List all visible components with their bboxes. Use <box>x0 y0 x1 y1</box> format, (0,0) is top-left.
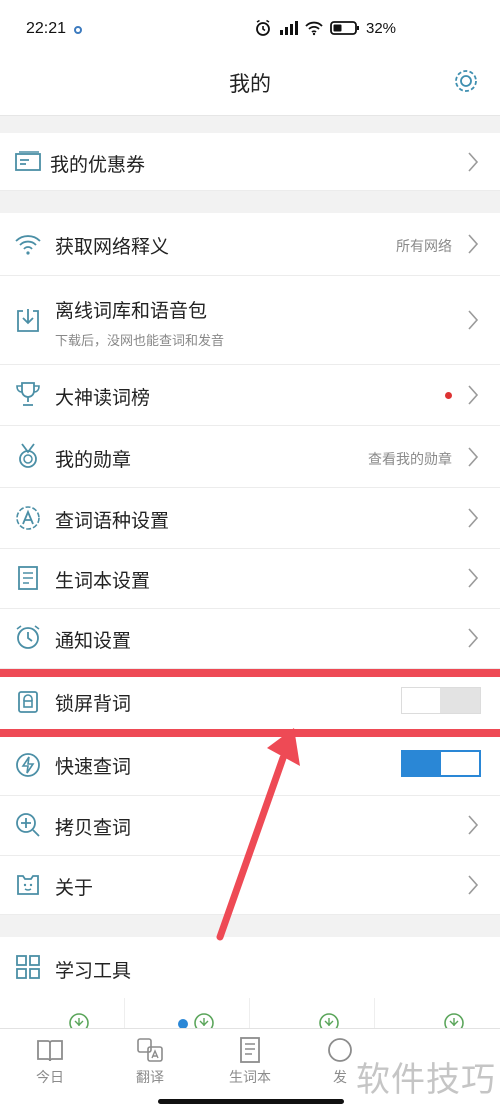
toggle-knob <box>441 752 479 775</box>
chevron-right-icon <box>468 815 479 835</box>
system-icons: 32% <box>254 19 396 37</box>
menu-offline-sub: 下载后，没网也能查词和发音 <box>55 334 225 349</box>
menu-about[interactable]: 关于 <box>0 856 500 915</box>
book-open-icon <box>37 1040 63 1062</box>
battery-icon <box>330 21 359 35</box>
menu-offline[interactable]: 离线词库和语音包 下载后，没网也能查词和发音 <box>0 276 500 365</box>
tab-wordbook[interactable]: 生词本 <box>215 1035 285 1087</box>
menu-network-label: 获取网络释义 <box>55 236 170 258</box>
menu-offline-label: 离线词库和语音包 <box>55 300 208 322</box>
chevron-right-icon <box>468 508 479 528</box>
signal-icon <box>280 21 298 35</box>
study-tools-header: 学习工具 <box>0 937 500 998</box>
language-icon <box>16 506 40 530</box>
coupon-label: 我的优惠券 <box>50 154 146 176</box>
download-icon <box>17 309 39 332</box>
chevron-right-icon <box>468 447 479 467</box>
tab-wordbook-label: 生词本 <box>229 1070 271 1086</box>
menu-wordbook[interactable]: 生词本设置 <box>0 549 500 609</box>
alarm-clock-icon <box>16 625 40 649</box>
tools-grid <box>0 998 500 1028</box>
coupon-icon <box>15 151 41 171</box>
notebook-icon <box>240 1037 260 1063</box>
toggle-knob <box>440 688 480 713</box>
highlight-bottom-line <box>0 729 500 737</box>
chevron-right-icon <box>468 568 479 588</box>
coupon-row[interactable]: 我的优惠券 <box>0 133 500 191</box>
mascot-icon <box>17 875 39 895</box>
lightning-icon <box>16 753 40 777</box>
settings-gear-icon[interactable] <box>452 67 480 95</box>
chevron-right-icon <box>468 152 479 172</box>
home-indicator <box>158 1099 344 1104</box>
menu-network[interactable]: 获取网络释义 所有网络 <box>0 213 500 276</box>
menu-quick-label: 快速查词 <box>55 756 132 778</box>
menu-language-label: 查词语种设置 <box>55 510 170 532</box>
quick-toggle[interactable] <box>401 750 481 777</box>
lock-icon <box>18 691 38 713</box>
notebook-icon <box>18 566 38 590</box>
tool-cell[interactable] <box>125 998 250 1028</box>
wifi-icon <box>15 235 41 255</box>
menu-notify-label: 通知设置 <box>55 630 132 652</box>
menu-copy[interactable]: 拷贝查词 <box>0 796 500 856</box>
tab-today-label: 今日 <box>36 1070 64 1086</box>
discover-icon <box>328 1038 352 1062</box>
status-time: 22:21 <box>26 20 67 37</box>
grid-icon <box>16 955 40 979</box>
battery-percent: 32% <box>366 19 397 37</box>
zoom-plus-icon <box>16 813 40 837</box>
tool-icon <box>319 1013 339 1028</box>
chevron-right-icon <box>468 385 479 405</box>
tool-icon <box>444 1013 464 1028</box>
unread-dot <box>445 392 452 399</box>
chevron-right-icon <box>468 310 479 330</box>
menu-medals-label: 我的勋章 <box>55 449 132 471</box>
tool-cell[interactable] <box>375 998 500 1028</box>
page-header: 我的 <box>0 58 500 116</box>
menu-notify[interactable]: 通知设置 <box>0 609 500 669</box>
highlight-top-line <box>0 669 500 677</box>
page-title: 我的 <box>229 72 271 96</box>
tab-translate[interactable]: 翻译 <box>115 1035 185 1087</box>
tab-today[interactable]: 今日 <box>15 1035 85 1087</box>
menu-medals[interactable]: 我的勋章 查看我的勋章 <box>0 426 500 488</box>
menu-network-value: 所有网络 <box>396 239 452 255</box>
study-tools-label: 学习工具 <box>55 960 132 982</box>
chevron-right-icon <box>468 628 479 648</box>
translate-icon <box>137 1038 163 1062</box>
menu-about-label: 关于 <box>55 877 94 899</box>
tool-cell[interactable] <box>250 998 375 1028</box>
trophy-icon <box>16 382 40 406</box>
tool-cell[interactable] <box>0 998 125 1028</box>
menu-lockscreen[interactable]: 锁屏背词 <box>0 677 500 729</box>
chevron-right-icon <box>468 234 479 254</box>
watermark: 软件技巧 <box>356 1060 496 1100</box>
notification-dot-icon <box>74 26 82 34</box>
wifi-icon <box>305 21 323 36</box>
tab-translate-label: 翻译 <box>136 1070 164 1086</box>
menu-medals-value: 查看我的勋章 <box>368 452 452 468</box>
menu-language[interactable]: 查词语种设置 <box>0 488 500 549</box>
lockscreen-toggle[interactable] <box>401 687 481 714</box>
tool-icon <box>194 1013 214 1028</box>
menu-copy-label: 拷贝查词 <box>55 817 132 839</box>
chevron-right-icon <box>468 875 479 895</box>
tool-icon <box>69 1013 89 1028</box>
menu-ranking[interactable]: 大神读词榜 <box>0 365 500 426</box>
tool-icon-blue <box>178 1019 188 1028</box>
menu-quick[interactable]: 快速查词 <box>0 737 500 796</box>
menu-lockscreen-label: 锁屏背词 <box>55 693 132 715</box>
status-bar: 22:21 32% <box>0 0 500 58</box>
alarm-icon <box>256 19 270 36</box>
menu-wordbook-label: 生词本设置 <box>55 570 151 592</box>
menu-ranking-label: 大神读词榜 <box>55 387 151 409</box>
medal-icon <box>19 443 37 468</box>
